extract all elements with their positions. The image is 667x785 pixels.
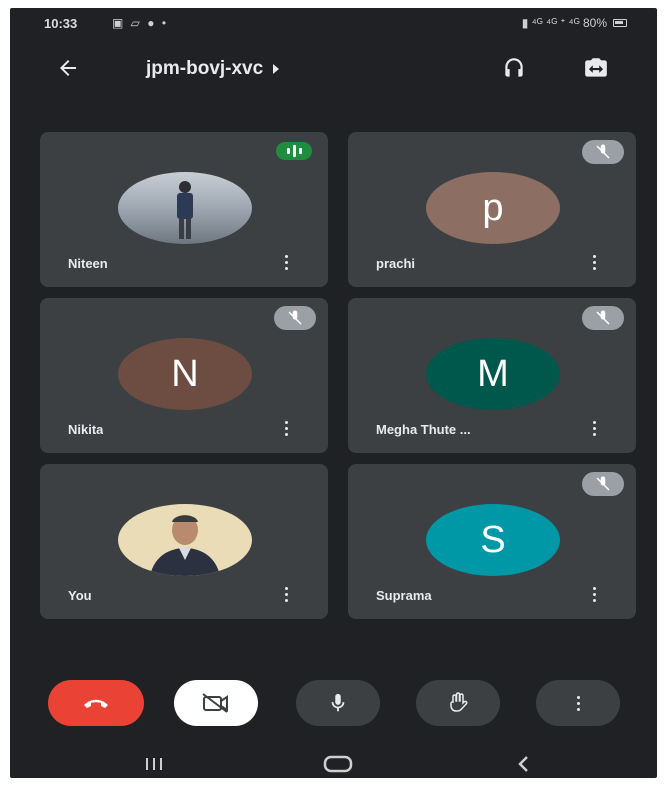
- mic-off-icon: [582, 140, 624, 164]
- mic-off-icon: [582, 306, 624, 330]
- participant-name: Nikita: [68, 422, 104, 437]
- mic-icon: [331, 693, 345, 712]
- signal-battery-text: ▮ ⁴ᴳ ⁴ᴳ ᐩ ⁴ᴳ 80%: [521, 16, 607, 30]
- battery-icon: [613, 19, 627, 27]
- participant-name: prachi: [376, 256, 416, 271]
- hand-icon: [450, 692, 468, 712]
- status-bar: 10:33 ▣ ▱ ● • ▮ ⁴ᴳ ⁴ᴳ ᐩ ⁴ᴳ 80%: [10, 8, 657, 40]
- avatar: M: [426, 338, 560, 410]
- meet-call-screen: 10:33 ▣ ▱ ● • ▮ ⁴ᴳ ⁴ᴳ ᐩ ⁴ᴳ 80% jpm-bovj-…: [10, 8, 657, 778]
- mic-off-icon: [582, 472, 624, 496]
- recent-apps-button[interactable]: [134, 752, 174, 776]
- avatar: p: [426, 172, 560, 244]
- end-call-button[interactable]: [48, 680, 144, 726]
- participant-tile[interactable]: You: [40, 464, 328, 619]
- participant-name: Suprama: [376, 588, 432, 603]
- microphone-button[interactable]: [296, 680, 380, 726]
- home-button[interactable]: [318, 752, 358, 776]
- audio-output-button[interactable]: [496, 50, 532, 86]
- mic-off-icon: [274, 306, 316, 330]
- avatar: N: [118, 338, 252, 410]
- meeting-code-button[interactable]: jpm-bovj-xvc: [146, 58, 280, 80]
- participant-name: Megha Thute ...: [376, 422, 471, 437]
- participant-name: Niteen: [68, 256, 108, 271]
- raise-hand-button[interactable]: [416, 680, 500, 726]
- avatar-initial: S: [480, 518, 506, 561]
- more-vert-icon: [570, 690, 586, 716]
- more-vert-icon[interactable]: [586, 581, 602, 607]
- participant-tile[interactable]: Niteen: [40, 132, 328, 287]
- call-controls: [10, 676, 657, 728]
- status-time: 10:33: [44, 16, 78, 31]
- avatar-initial: M: [477, 352, 509, 395]
- headphones-icon: [505, 58, 523, 77]
- speaking-indicator-icon: [276, 142, 312, 160]
- chevron-left-icon: [518, 756, 528, 772]
- avatar-initial: p: [482, 186, 504, 229]
- switch-camera-icon: [585, 58, 607, 77]
- system-back-button[interactable]: [504, 752, 544, 776]
- camera-toggle-button[interactable]: [174, 680, 258, 726]
- avatar-initial: N: [171, 352, 199, 395]
- video-off-icon: [202, 693, 228, 713]
- more-vert-icon[interactable]: [278, 249, 294, 275]
- recent-apps-icon: [146, 758, 162, 770]
- participant-tile[interactable]: p prachi: [348, 132, 636, 287]
- system-nav-bar: [10, 748, 657, 778]
- back-arrow-icon: [60, 60, 76, 76]
- avatar: [118, 172, 252, 244]
- participant-tile[interactable]: S Suprama: [348, 464, 636, 619]
- person-photo-icon: [150, 515, 220, 576]
- top-bar: jpm-bovj-xvc: [10, 44, 657, 90]
- person-photo-icon: [177, 181, 193, 239]
- participant-tile[interactable]: N Nikita: [40, 298, 328, 453]
- notification-icons: ▣ ▱ ● •: [112, 16, 169, 30]
- avatar: S: [426, 504, 560, 576]
- status-right-group: ▮ ⁴ᴳ ⁴ᴳ ᐩ ⁴ᴳ 80%: [522, 16, 627, 30]
- avatar: [118, 504, 252, 576]
- more-vert-icon[interactable]: [278, 581, 294, 607]
- participant-name: You: [68, 588, 92, 603]
- back-button[interactable]: [50, 50, 86, 86]
- participant-tile[interactable]: M Megha Thute ...: [348, 298, 636, 453]
- meeting-code: jpm-bovj-xvc: [146, 58, 264, 79]
- more-vert-icon[interactable]: [586, 415, 602, 441]
- more-vert-icon[interactable]: [278, 415, 294, 441]
- more-vert-icon[interactable]: [586, 249, 602, 275]
- more-options-button[interactable]: [536, 680, 620, 726]
- hang-up-icon: [84, 699, 108, 708]
- home-icon: [323, 755, 353, 773]
- caret-right-icon: [273, 64, 280, 74]
- switch-camera-button[interactable]: [578, 50, 614, 86]
